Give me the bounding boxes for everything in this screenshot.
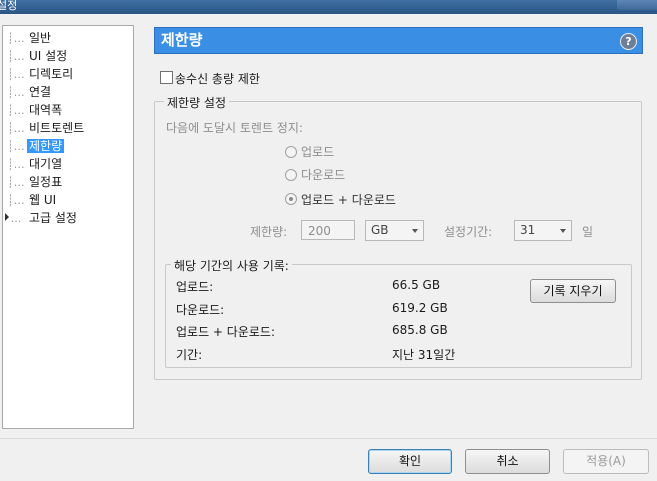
sidebar-item-transfer-cap[interactable]: ┊… 제한량 — [7, 137, 65, 155]
limit-amount-input[interactable]: 200 — [301, 220, 355, 240]
page-title: 제한량 — [161, 31, 203, 49]
limit-settings-legend: 제한량 설정 — [164, 94, 230, 111]
chevron-down-icon — [560, 229, 566, 233]
ok-button[interactable]: 확인 — [368, 449, 452, 474]
radio-download[interactable] — [285, 169, 297, 181]
usage-history-legend: 해당 기간의 사용 기록: — [171, 257, 292, 274]
page-header: 제한량 ? — [154, 27, 643, 54]
radio-download-label[interactable]: 다운로드 — [301, 166, 345, 183]
sidebar-item-scheduler[interactable]: ┊… 일정표 — [7, 173, 64, 191]
usage-upload-value: 66.5 GB — [392, 278, 441, 292]
limit-unit-select[interactable]: GB — [365, 220, 424, 241]
clear-history-button[interactable]: 기록 지우기 — [530, 279, 616, 303]
settings-tree: ┊… 일반 ┊… UI 설정 ┊… 디렉토리 ┊… 연결 ┊… 대역폭 ┊… 비트토렌트 ┊… — [2, 25, 134, 429]
window-controls[interactable] — [617, 0, 657, 10]
sidebar-item-bandwidth[interactable]: ┊… 대역폭 — [7, 101, 64, 119]
window-titlebar: 설정 — [0, 0, 657, 14]
radio-upload-label[interactable]: 업로드 — [301, 143, 334, 160]
sidebar-item-directories[interactable]: ┊… 디렉토리 — [7, 65, 75, 83]
radio-upload-download[interactable] — [285, 193, 297, 205]
usage-download-value: 619.2 GB — [392, 301, 448, 315]
usage-download-label: 다운로드: — [176, 303, 225, 317]
sidebar-item-general[interactable]: ┊… 일반 — [7, 29, 53, 47]
stop-when-label: 다음에 도달시 토렌트 정지: — [166, 121, 303, 135]
period-label: 설정기간: — [444, 225, 493, 239]
radio-upload-download-label[interactable]: 업로드 + 다운로드 — [301, 191, 396, 208]
usage-total-label: 업로드 + 다운로드: — [176, 325, 276, 339]
cancel-button[interactable]: 취소 — [465, 449, 550, 474]
sidebar-item-connection[interactable]: ┊… 연결 — [7, 83, 53, 101]
period-select[interactable]: 31 — [514, 220, 572, 241]
chevron-down-icon — [412, 229, 418, 233]
radio-upload[interactable] — [285, 146, 297, 158]
apply-button[interactable]: 적용(A) — [563, 449, 649, 474]
usage-period-label: 기간: — [176, 348, 203, 362]
period-unit-label: 일 — [582, 225, 594, 239]
limit-amount-label: 제한량: — [250, 225, 288, 239]
usage-period-value: 지난 31일간 — [392, 348, 456, 362]
expand-arrow-icon[interactable] — [5, 213, 9, 221]
transfer-cap-checkbox-label[interactable]: 송수신 총량 제한 — [175, 70, 260, 87]
usage-total-value: 685.8 GB — [392, 323, 448, 337]
sidebar-item-advanced[interactable]: … 고급 설정 — [5, 209, 79, 227]
transfer-cap-checkbox[interactable] — [160, 71, 173, 84]
sidebar-item-web-ui[interactable]: ┊… 웹 UI — [7, 191, 58, 209]
sidebar-item-ui-settings[interactable]: ┊… UI 설정 — [7, 47, 69, 65]
help-icon[interactable]: ? — [620, 33, 637, 50]
sidebar-item-queueing[interactable]: ┊… 대기열 — [7, 155, 64, 173]
sidebar-item-bittorrent[interactable]: ┊… 비트토렌트 — [7, 119, 86, 137]
footer-separator — [0, 438, 657, 439]
window-title: 설정 — [0, 0, 18, 12]
usage-upload-label: 업로드: — [176, 280, 214, 294]
